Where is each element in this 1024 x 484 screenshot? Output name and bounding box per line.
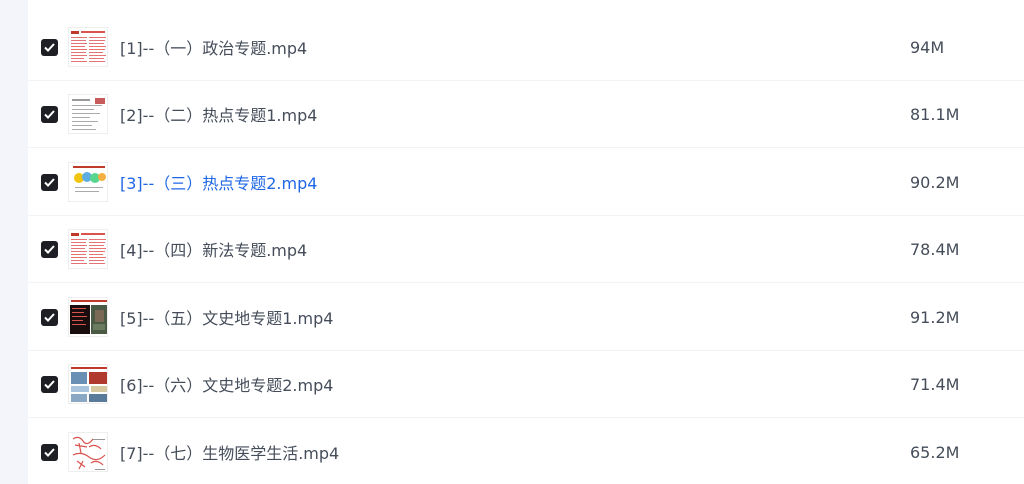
thumbnail-photo-collage	[68, 364, 108, 404]
file-name[interactable]: [1]--（一）政治专题.mp4	[120, 35, 307, 59]
checkmark-icon	[44, 244, 55, 254]
checkmark-icon	[44, 447, 55, 457]
file-row[interactable]: [4]--（四）新法专题.mp4 78.4M	[28, 216, 1024, 283]
checkbox-checked[interactable]	[41, 375, 58, 393]
file-row[interactable]: [2]--（二）热点专题1.mp4 81.1M	[28, 81, 1024, 148]
file-name[interactable]: [3]--（三）热点专题2.mp4	[120, 170, 317, 194]
checkmark-icon	[44, 379, 55, 389]
file-size: 65.2M	[910, 442, 960, 462]
file-row[interactable]: [7]--（七）生物医学生活.mp4 65.2M	[28, 419, 1024, 484]
checkbox-checked[interactable]	[41, 173, 58, 191]
file-size: 81.1M	[910, 104, 960, 124]
checkmark-icon	[44, 312, 55, 322]
file-row[interactable]: [6]--（六）文史地专题2.mp4 71.4M	[28, 351, 1024, 418]
checkbox-checked[interactable]	[41, 308, 58, 326]
file-size: 78.4M	[910, 239, 960, 259]
file-name[interactable]: [5]--（五）文史地专题1.mp4	[120, 305, 333, 329]
thumbnail-document-gray	[68, 94, 108, 134]
file-size: 91.2M	[910, 307, 960, 327]
checkmark-icon	[44, 109, 55, 119]
file-size: 71.4M	[910, 374, 960, 394]
file-row[interactable]: [3]--（三）热点专题2.mp4 90.2M	[28, 149, 1024, 216]
checkbox-checked[interactable]	[41, 443, 58, 461]
file-name[interactable]: [2]--（二）热点专题1.mp4	[120, 102, 317, 126]
checkmark-icon	[44, 177, 55, 187]
checkmark-icon	[44, 42, 55, 52]
thumbnail-photo-dark	[68, 297, 108, 337]
file-list: [1]--（一）政治专题.mp4 94M [2]--（二）热点专题1.mp4 8…	[28, 0, 1024, 484]
file-name[interactable]: [7]--（七）生物医学生活.mp4	[120, 440, 339, 464]
thumbnail-diagram	[68, 162, 108, 202]
checkbox-checked[interactable]	[41, 38, 58, 56]
file-size: 94M	[910, 37, 945, 57]
checkbox-checked[interactable]	[41, 105, 58, 123]
thumbnail-document-red	[68, 229, 108, 269]
checkbox-checked[interactable]	[41, 240, 58, 258]
file-size: 90.2M	[910, 172, 960, 192]
thumbnail-document-red	[68, 27, 108, 67]
file-name[interactable]: [4]--（四）新法专题.mp4	[120, 237, 307, 261]
file-row[interactable]: [1]--（一）政治专题.mp4 94M	[28, 14, 1024, 81]
file-name[interactable]: [6]--（六）文史地专题2.mp4	[120, 372, 333, 396]
left-gutter	[0, 0, 28, 484]
file-row[interactable]: [5]--（五）文史地专题1.mp4 91.2M	[28, 284, 1024, 351]
thumbnail-handwriting	[68, 432, 108, 472]
